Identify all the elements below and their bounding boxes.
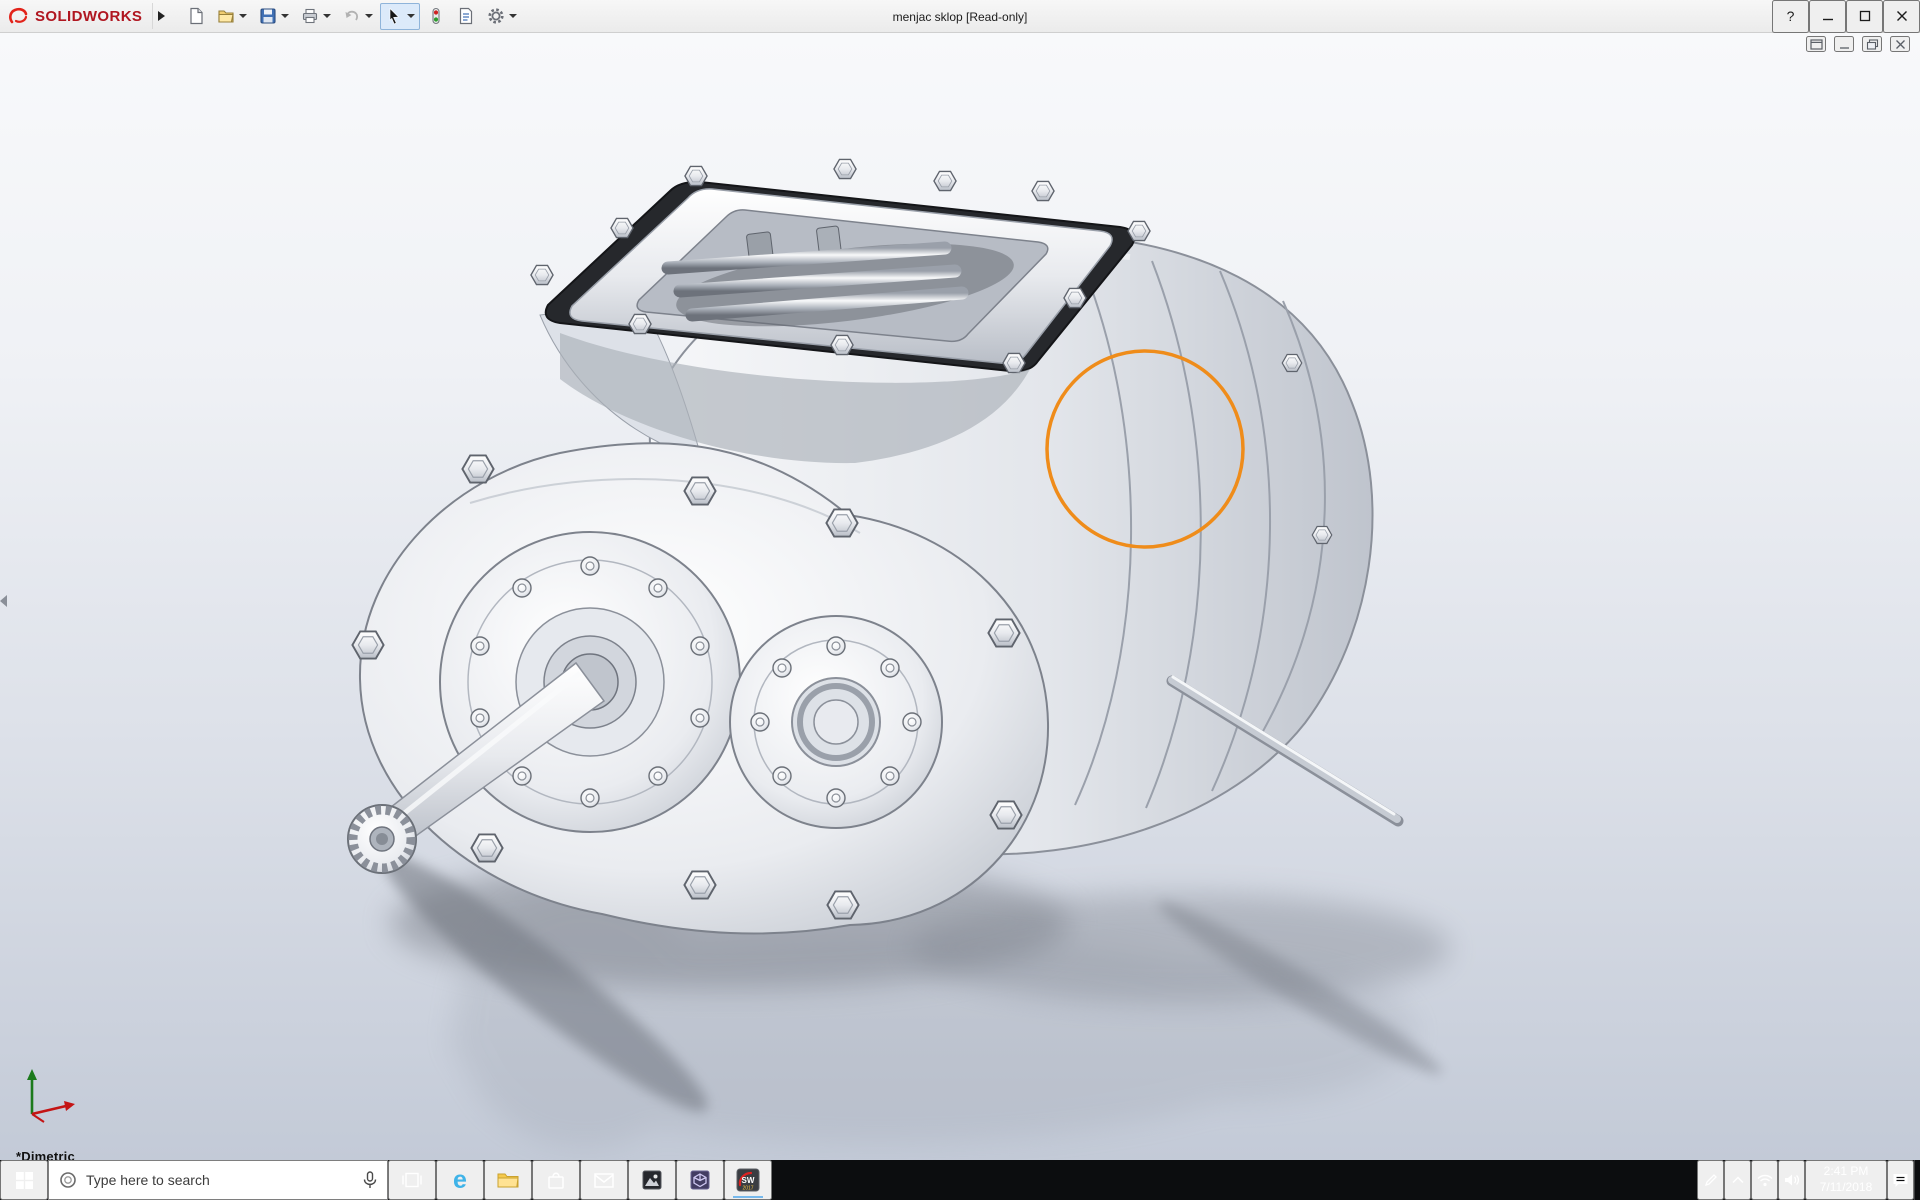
document-close-button[interactable] — [1890, 36, 1910, 52]
show-desktop-strip[interactable] — [1914, 1160, 1920, 1200]
chevron-up-icon — [1731, 1176, 1744, 1184]
action-center-icon — [1893, 1174, 1908, 1187]
svg-text:2017: 2017 — [742, 1186, 753, 1192]
solidworks-taskbar-button[interactable]: SW 2017 — [724, 1160, 772, 1200]
viewer-3d-button[interactable] — [676, 1160, 724, 1200]
save-button[interactable] — [254, 3, 294, 30]
rebuild-button[interactable] — [422, 3, 450, 30]
file-properties-icon — [460, 7, 473, 25]
microphone-icon[interactable] — [363, 1171, 377, 1189]
cortana-icon — [60, 1172, 76, 1188]
mail-envelope-icon — [594, 1172, 614, 1188]
edge-button[interactable]: e — [436, 1160, 484, 1200]
file-properties-button[interactable] — [452, 3, 480, 30]
store-button[interactable] — [532, 1160, 580, 1200]
file-explorer-button[interactable] — [484, 1160, 532, 1200]
dropdown-caret-icon[interactable] — [239, 14, 248, 18]
network-tray-button[interactable] — [1751, 1160, 1778, 1200]
select-cursor-icon — [390, 7, 400, 25]
new-document-button[interactable] — [182, 3, 210, 30]
dropdown-caret-icon[interactable] — [281, 14, 290, 18]
titlebar: SOLIDWORKS menjac sklop [Read-only] ? — [0, 0, 1920, 33]
open-folder-icon — [218, 10, 235, 23]
print-icon — [303, 8, 318, 24]
new-document-icon — [190, 7, 203, 25]
right-arrow-icon — [158, 11, 166, 21]
task-view-button[interactable] — [388, 1160, 436, 1200]
volume-tray-button[interactable] — [1778, 1160, 1805, 1200]
photos-button[interactable] — [628, 1160, 676, 1200]
start-button[interactable] — [0, 1160, 48, 1200]
document-title: menjac sklop [Read-only] — [892, 9, 1028, 24]
ds-logo-icon — [9, 7, 28, 24]
save-icon — [260, 8, 276, 24]
orientation-triad-icon — [27, 1069, 75, 1123]
pen-icon — [1704, 1174, 1717, 1187]
graphics-area[interactable]: *Dimetric — [0, 33, 1920, 1160]
edge-icon: e — [453, 1165, 467, 1194]
document-window-menu-button[interactable] — [1806, 36, 1826, 52]
search-input[interactable] — [86, 1172, 354, 1188]
system-tray: 2:41 PM 7/11/2018 — [1697, 1160, 1920, 1200]
print-button[interactable] — [296, 3, 336, 30]
window-icon — [1809, 38, 1823, 50]
svg-text:SW: SW — [742, 1176, 755, 1185]
secondary-bearing-boss[interactable] — [729, 615, 943, 829]
minimize-button[interactable] — [1809, 0, 1846, 33]
speaker-icon — [1784, 1174, 1799, 1186]
dropdown-caret-icon[interactable] — [365, 14, 374, 18]
toolbar-expand-arrow[interactable] — [152, 3, 170, 29]
solidworks-app-icon: SW 2017 — [736, 1168, 760, 1192]
select-tool-button[interactable] — [380, 2, 421, 30]
restore-icon — [1866, 38, 1878, 50]
rebuild-traffic-light-icon — [432, 7, 440, 25]
document-window-controls — [1806, 36, 1910, 52]
pen-tray-button[interactable] — [1697, 1160, 1724, 1200]
windows-logo-icon — [15, 1171, 33, 1189]
left-arrow-icon — [0, 595, 7, 607]
help-button[interactable]: ? — [1772, 0, 1809, 33]
dropdown-caret-icon[interactable] — [509, 14, 518, 18]
options-button[interactable] — [482, 3, 522, 30]
close-icon — [1896, 11, 1907, 21]
clock-time: 2:41 PM — [1823, 1164, 1869, 1179]
task-view-icon — [402, 1172, 422, 1188]
mail-button[interactable] — [580, 1160, 628, 1200]
action-center-button[interactable] — [1887, 1160, 1914, 1200]
solidworks-logo: SOLIDWORKS — [0, 0, 152, 32]
taskbar-search-box[interactable] — [48, 1160, 388, 1200]
solidworks-window: SOLIDWORKS menjac sklop [Read-only] ? *D… — [0, 0, 1920, 1200]
window-controls: ? — [1772, 0, 1920, 33]
minimize-icon — [1822, 18, 1833, 21]
minimize-icon — [1839, 46, 1849, 49]
model-3d-gearbox[interactable] — [0, 33, 1920, 1160]
close-icon — [1895, 39, 1905, 49]
taskbar-clock[interactable]: 2:41 PM 7/11/2018 — [1805, 1160, 1887, 1200]
splined-shaft-end — [347, 804, 417, 874]
featuremanager-collapse-arrow[interactable] — [0, 591, 12, 611]
viewer-3d-icon — [690, 1170, 710, 1190]
gear-icon — [488, 8, 504, 24]
hidden-icons-button[interactable] — [1724, 1160, 1751, 1200]
photos-icon — [642, 1170, 662, 1190]
clock-date: 7/11/2018 — [1819, 1180, 1873, 1194]
document-restore-button[interactable] — [1862, 36, 1882, 52]
maximize-icon — [1859, 10, 1870, 22]
dropdown-caret-icon[interactable] — [323, 14, 332, 18]
undo-button[interactable] — [338, 3, 378, 30]
main-toolbar — [182, 0, 522, 32]
brand-wordmark: SOLIDWORKS — [35, 7, 143, 25]
open-document-button[interactable] — [212, 3, 252, 30]
view-orientation-label: *Dimetric — [16, 1149, 75, 1160]
maximize-button[interactable] — [1846, 0, 1883, 33]
windows-taskbar: e SW 2017 — [0, 1160, 1920, 1200]
store-bag-icon — [548, 1172, 564, 1189]
network-wifi-icon — [1757, 1174, 1772, 1186]
undo-icon — [345, 10, 359, 21]
close-button[interactable] — [1883, 0, 1920, 33]
file-explorer-icon — [497, 1173, 519, 1188]
dropdown-caret-icon[interactable] — [407, 14, 416, 18]
document-minimize-button[interactable] — [1834, 36, 1854, 52]
